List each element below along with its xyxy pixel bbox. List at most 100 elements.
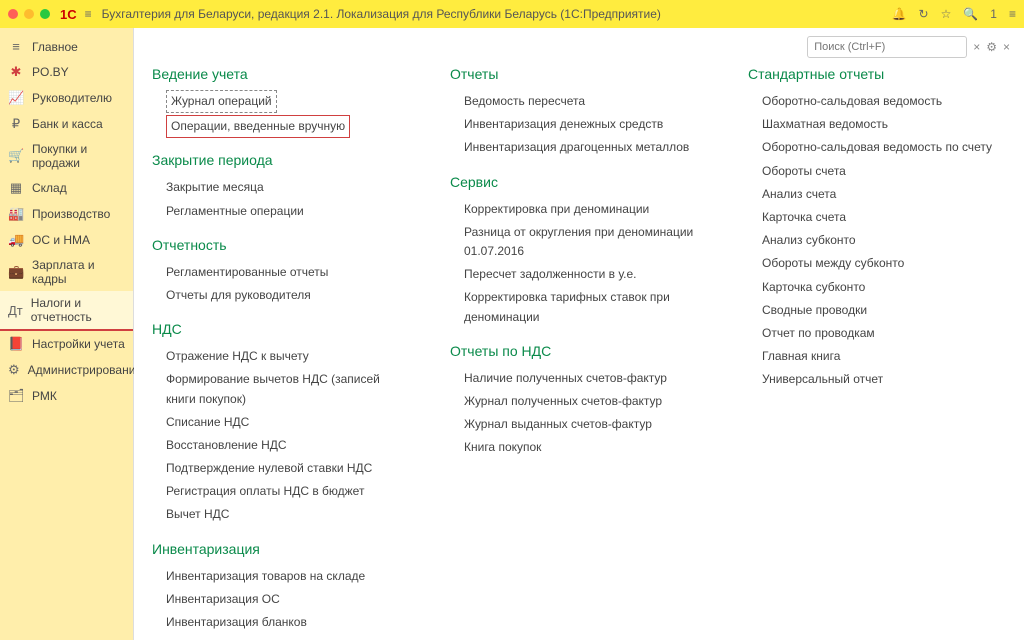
nav-link[interactable]: Формирование вычетов НДС (записей книги … — [152, 368, 410, 410]
sidebar-icon: ≡ — [8, 39, 24, 54]
section-title[interactable]: Отчеты по НДС — [450, 343, 708, 359]
gear-icon[interactable]: ⚙ — [986, 40, 997, 54]
nav-link[interactable]: Закрытие месяца — [152, 176, 410, 199]
sidebar-icon: 📕 — [8, 336, 24, 352]
nav-link[interactable]: Инвентаризация ОС — [152, 588, 410, 611]
nav-link[interactable]: Анализ субконто — [748, 229, 1006, 252]
nav-link[interactable]: Отражение НДС к вычету — [152, 345, 410, 368]
nav-link[interactable]: Журнал операций — [166, 90, 277, 113]
section-title[interactable]: Ведение учета — [152, 66, 410, 82]
nav-link[interactable]: Журнал выданных счетов-фактур — [450, 413, 708, 436]
bell-icon[interactable]: 🔔 — [892, 7, 907, 21]
section-title[interactable]: НДС — [152, 321, 410, 337]
nav-link[interactable]: Списание НДС — [152, 411, 410, 434]
sidebar-item[interactable]: 📕 Настройки учета — [0, 331, 133, 357]
sidebar-label: Банк и касса — [32, 117, 103, 131]
nav-link[interactable]: Разница от округления при деноминации 01… — [450, 221, 708, 263]
nav-link[interactable]: Операции, введенные вручную — [166, 115, 350, 138]
sidebar-icon: 🚚 — [8, 232, 24, 248]
window-controls — [8, 9, 50, 19]
nav-link[interactable]: Шахматная ведомость — [748, 113, 1006, 136]
sidebar-item[interactable]: ✱PO.BY — [0, 59, 133, 85]
sidebar-item[interactable]: 🏭Производство — [0, 201, 133, 227]
nav-link[interactable]: Регламентные операции — [152, 200, 410, 223]
nav-link[interactable]: Анализ счета — [748, 183, 1006, 206]
sidebar-item[interactable]: ▦Склад — [0, 175, 133, 201]
clear-icon[interactable]: × — [973, 40, 980, 54]
nav-link[interactable]: Обороты между субконто — [748, 252, 1006, 275]
section-title[interactable]: Стандартные отчеты — [748, 66, 1006, 82]
sidebar-item[interactable]: 🚚ОС и НМА — [0, 227, 133, 253]
nav-link[interactable]: Обороты счета — [748, 160, 1006, 183]
nav-link[interactable]: Восстановление НДС — [152, 434, 410, 457]
minimize-window[interactable] — [24, 9, 34, 19]
section-title[interactable]: Инвентаризация — [152, 541, 410, 557]
nav-link[interactable]: Корректировка тарифных ставок при деноми… — [450, 286, 708, 328]
nav-link[interactable]: Наличие полученных счетов-фактур — [450, 367, 708, 390]
app-header: 1С ≡ Бухгалтерия для Беларуси, редакция … — [0, 0, 1024, 28]
sidebar-item[interactable]: 📈Руководителю — [0, 85, 133, 111]
sidebar-item[interactable]: 💼Зарплата и кадры — [0, 253, 133, 291]
sidebar-label: PO.BY — [32, 65, 69, 79]
nav-link[interactable]: Оборотно-сальдовая ведомость — [748, 90, 1006, 113]
nav-link[interactable]: Вычет НДС — [152, 503, 410, 526]
nav-link[interactable]: Универсальный отчет — [748, 368, 1006, 391]
nav-link[interactable]: Инвентаризация денежных средств — [450, 113, 708, 136]
sidebar-label: Налоги и отчетность — [31, 296, 125, 324]
nav-link[interactable]: Журнал полученных счетов-фактур — [450, 390, 708, 413]
column: Стандартные отчеты Оборотно-сальдовая вед… — [748, 66, 1006, 640]
maximize-window[interactable] — [40, 9, 50, 19]
search-bar: × ⚙ × — [807, 36, 1010, 58]
app-title: Бухгалтерия для Беларуси, редакция 2.1. … — [102, 7, 892, 21]
nav-link[interactable]: Книга покупок — [450, 436, 708, 459]
header-toolbar: 🔔 ↻ ☆ 🔍 1 ≡ — [892, 7, 1016, 21]
nav-link[interactable]: Главная книга — [748, 345, 1006, 368]
sidebar: ≡Главное✱PO.BY📈Руководителю ₽ Банк и касса… — [0, 28, 134, 640]
sidebar-item[interactable]: 🗂РМК — [0, 383, 133, 409]
sidebar-icon: ▦ — [8, 180, 24, 196]
sidebar-label: Настройки учета — [32, 337, 125, 351]
nav-link[interactable]: Инвентаризация материалов в эксплуатации — [152, 634, 410, 640]
sidebar-item[interactable]: ДтНалоги и отчетность — [0, 291, 133, 331]
nav-link[interactable]: Корректировка при деноминации — [450, 198, 708, 221]
nav-link[interactable]: Отчеты для руководителя — [152, 284, 410, 307]
main-content: × ⚙ × Ведение учета Журнал операцийОперац… — [134, 28, 1024, 640]
sidebar-icon: ₽ — [8, 116, 24, 132]
nav-link[interactable]: Сводные проводки — [748, 299, 1006, 322]
nav-link[interactable]: Карточка счета — [748, 206, 1006, 229]
content-columns: Ведение учета Журнал операцийОперации, вв… — [152, 66, 1006, 640]
sidebar-icon: ⚙ — [8, 362, 20, 378]
section-title[interactable]: Отчеты — [450, 66, 708, 82]
nav-link[interactable]: Подтверждение нулевой ставки НДС — [152, 457, 410, 480]
badge-count: 1 — [990, 7, 997, 21]
nav-link[interactable]: Регламентированные отчеты — [152, 261, 410, 284]
close-icon[interactable]: × — [1003, 40, 1010, 54]
sidebar-icon: 🗂 — [8, 388, 24, 404]
nav-link[interactable]: Инвентаризация товаров на складе — [152, 565, 410, 588]
section-title[interactable]: Сервис — [450, 174, 708, 190]
nav-link[interactable]: Оборотно-сальдовая ведомость по счету — [748, 136, 1006, 159]
nav-link[interactable]: Отчет по проводкам — [748, 322, 1006, 345]
nav-link[interactable]: Инвентаризация бланков — [152, 611, 410, 634]
sidebar-icon: 📈 — [8, 90, 24, 106]
sidebar-item[interactable]: ≡Главное — [0, 34, 133, 59]
menu-icon[interactable]: ≡ — [85, 7, 92, 21]
nav-link[interactable]: Регистрация оплаты НДС в бюджет — [152, 480, 410, 503]
section-title[interactable]: Закрытие периода — [152, 152, 410, 168]
settings-icon[interactable]: ≡ — [1009, 7, 1016, 21]
search-input[interactable] — [807, 36, 967, 58]
sidebar-icon: 💼 — [8, 264, 24, 280]
close-window[interactable] — [8, 9, 18, 19]
sidebar-item[interactable]: ₽ Банк и касса — [0, 111, 133, 137]
section-title[interactable]: Отчетность — [152, 237, 410, 253]
nav-link[interactable]: Карточка субконто — [748, 276, 1006, 299]
nav-link[interactable]: Инвентаризация драгоценных металлов — [450, 136, 708, 159]
search-icon[interactable]: 🔍 — [963, 7, 978, 21]
sidebar-icon: 🛒 — [8, 148, 24, 164]
nav-link[interactable]: Пересчет задолженности в у.е. — [450, 263, 708, 286]
star-icon[interactable]: ☆ — [941, 7, 952, 21]
history-icon[interactable]: ↻ — [919, 7, 929, 21]
sidebar-item[interactable]: 🛒Покупки и продажи — [0, 137, 133, 175]
nav-link[interactable]: Ведомость пересчета — [450, 90, 708, 113]
sidebar-item[interactable]: ⚙Администрирование — [0, 357, 133, 383]
